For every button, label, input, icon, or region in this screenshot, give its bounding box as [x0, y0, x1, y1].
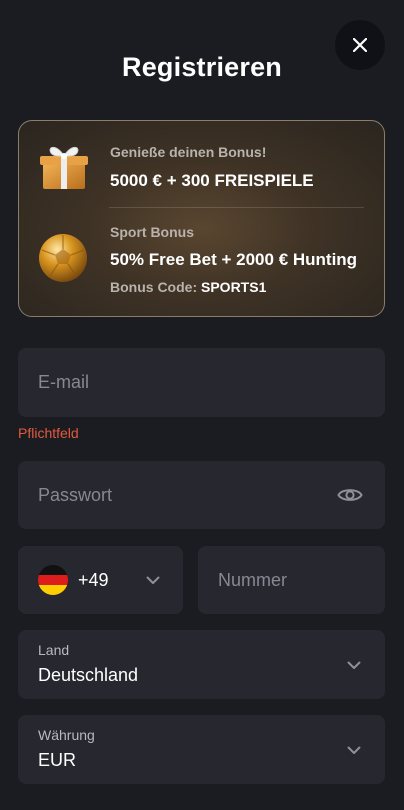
bonus-label-welcome: Genieße deinen Bonus! [110, 144, 267, 160]
password-placeholder: Passwort [38, 485, 113, 505]
currency-value: EUR [38, 750, 77, 770]
email-error: Pflichtfeld [18, 425, 79, 441]
bonus-item-welcome: Genieße deinen Bonus! 5000 € + 300 FREIS… [19, 121, 384, 207]
currency-select[interactable]: Währung EUR [18, 715, 385, 784]
page-title: Registrieren [122, 52, 282, 82]
bonus-code-label: Bonus Code: [110, 279, 198, 295]
phone-code: +49 [78, 570, 109, 590]
email-field[interactable]: E-mail [18, 348, 385, 417]
password-field[interactable]: Passwort [18, 461, 385, 529]
chevron-down-icon [347, 746, 361, 754]
bonus-item-sport: Sport Bonus 50% Free Bet + 2000 € Huntin… [19, 208, 384, 316]
phone-number-input[interactable]: Nummer [198, 546, 385, 614]
country-select[interactable]: Land Deutschland [18, 630, 385, 699]
phone-number-placeholder: Nummer [218, 570, 288, 590]
phone-country-select[interactable]: +49 [18, 546, 183, 614]
bonus-code: Bonus Code: SPORTS1 [110, 279, 266, 295]
chevron-down-icon [347, 661, 361, 669]
germany-flag-icon [38, 565, 68, 595]
bonus-code-value: SPORTS1 [201, 279, 267, 295]
currency-label: Währung [38, 727, 95, 743]
bonus-label-sport: Sport Bonus [110, 224, 194, 240]
bonus-card: Genieße deinen Bonus! 5000 € + 300 FREIS… [18, 120, 385, 317]
chevron-down-icon [146, 576, 160, 584]
country-label: Land [38, 642, 70, 658]
close-icon [353, 38, 367, 52]
gift-box-icon [40, 146, 88, 189]
bonus-value-welcome: 5000 € + 300 FREISPIELE [110, 171, 314, 190]
country-value: Deutschland [38, 665, 139, 685]
bonus-value-sport: 50% Free Bet + 2000 € Hunting [110, 250, 358, 269]
golden-football-icon [39, 234, 87, 282]
email-placeholder: E-mail [38, 372, 90, 392]
eye-icon[interactable] [337, 486, 363, 504]
